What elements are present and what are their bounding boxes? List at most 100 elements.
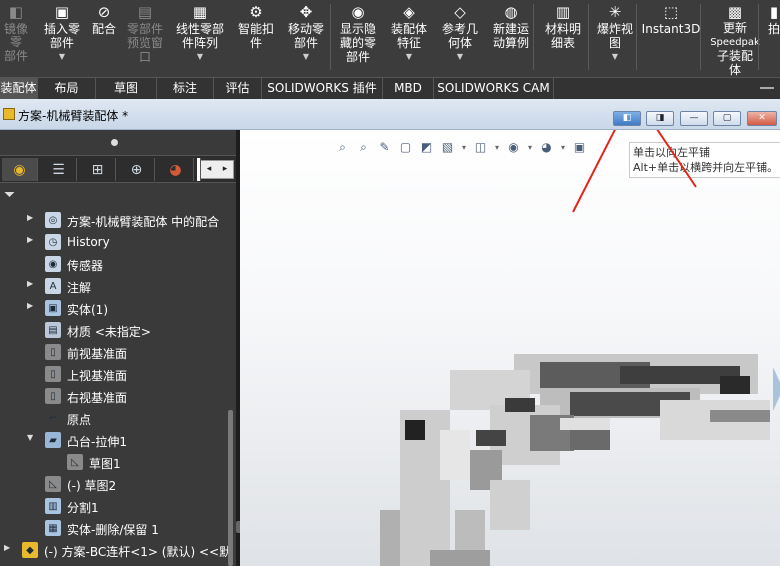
tree-item[interactable]: ▯ 右视基准面	[0, 385, 236, 407]
feature-manager-tab-icon[interactable]: ◉	[2, 158, 38, 181]
ribbon-button-6[interactable]: ✥ 移动零 部件 ▼	[282, 0, 330, 77]
ribbon-button-label: 材料明	[544, 22, 581, 36]
ribbon-separator	[636, 4, 637, 70]
tab-1[interactable]: 布局	[38, 78, 96, 99]
ribbon-button-label: 配合	[91, 22, 116, 36]
ribbon-button-14[interactable]: ▩ 更新 Speedpak 子装配体	[705, 0, 765, 77]
tree-item[interactable]: ◺ 草图1	[0, 451, 236, 473]
ribbon-button-12[interactable]: ✳ 爆炸视图 ▼	[593, 0, 637, 77]
ribbon-button-15[interactable]: ▮ 拍	[766, 0, 780, 77]
tree-item[interactable]: ▯ 前视基准面	[0, 341, 236, 363]
ribbon-button-label: 藏的零	[339, 36, 376, 50]
ribbon-button-9[interactable]: ◇ 参考几 何体 ▼	[436, 0, 484, 77]
plane-icon: ▯	[45, 388, 61, 404]
filter-icon[interactable]: ⏷	[4, 187, 15, 203]
tree-item[interactable]: ▦ 实体-删除/保留 1	[0, 517, 236, 539]
graphics-viewport[interactable]: ⌕⌕✎▢◩▧▾◫▾◉▾◕▾▣ 单击以向左平铺 Alt+单击以横跨并向左平铺。	[240, 130, 780, 566]
dimxpert-tab-icon[interactable]: ⊕	[119, 158, 155, 181]
ribbon-button-label: 特征	[396, 36, 421, 50]
tree-item-label: 传感器	[67, 259, 104, 273]
property-manager-tab-icon[interactable]: ☰	[41, 158, 77, 181]
ribbon-button-11[interactable]: ▥ 材料明 细表	[538, 0, 588, 77]
ribbon-button-label: 拍	[767, 22, 780, 36]
tree-item[interactable]: ◉ 传感器	[0, 253, 236, 275]
ribbon-button-7[interactable]: ◉ 显示隐 藏的零 部件	[333, 0, 383, 77]
chevron-right-icon[interactable]: ▶	[27, 235, 33, 244]
ribbon-button-label: 件	[249, 36, 262, 50]
tab-7[interactable]: SOLIDWORKS CAM	[434, 78, 554, 99]
ribbon-button-label: 体	[728, 63, 741, 77]
ribbon-button-0[interactable]: ◧ 镜像零 部件	[0, 0, 32, 77]
tab-6[interactable]: MBD	[383, 78, 434, 99]
chevron-right-icon[interactable]: ▶	[4, 543, 10, 552]
ribbon-button-10[interactable]: ◍ 新建运 动算例	[487, 0, 535, 77]
tree-item-label: 原点	[67, 413, 92, 427]
filter-row: ⏷	[0, 183, 236, 207]
chevron-right-icon[interactable]: ▶	[27, 301, 33, 310]
chevron-down-icon[interactable]: ▼	[303, 52, 309, 61]
panel-tab-strip: ◂ ▸ ◉ ☰ ⊞ ⊕ ◕	[0, 155, 236, 183]
split-icon: ▥	[45, 498, 61, 514]
tree-item[interactable]: ▶ ◷ History	[0, 231, 236, 253]
scroll-right-icon[interactable]: ▸	[217, 161, 233, 178]
chevron-down-icon[interactable]: ▼	[457, 52, 463, 61]
tree-item[interactable]: ▶ A 注解	[0, 275, 236, 297]
panel-collapse-handle[interactable]	[111, 139, 118, 146]
chevron-down-icon[interactable]: ▼	[612, 52, 618, 61]
robot-arm-model[interactable]	[240, 130, 780, 566]
sketch-icon: ◺	[45, 476, 61, 492]
part-icon: ◆	[22, 542, 38, 558]
ribbon-button-label: 线性零部	[175, 22, 224, 36]
chevron-down-icon[interactable]: ▼	[406, 52, 412, 61]
ribbon-separator	[588, 4, 589, 70]
tab-2[interactable]: 草图	[96, 78, 157, 99]
tree-item[interactable]: ▶ ◎ 方案-机械臂装配体 中的配合	[0, 209, 236, 231]
ribbon-button-2[interactable]: ⊘ 配合	[87, 0, 121, 77]
bom-icon: ▥	[555, 3, 571, 21]
component-preview-icon: ▤	[137, 3, 153, 21]
ribbon-separator	[330, 4, 331, 70]
chevron-down-icon[interactable]: ▼	[197, 52, 203, 61]
chevron-down-icon[interactable]: ▼	[27, 433, 33, 442]
ribbon-button-label: 子装配	[716, 49, 753, 63]
tree-item[interactable]: ◺ (-) 草图2	[0, 473, 236, 495]
configuration-manager-tab-icon[interactable]: ⊞	[80, 158, 116, 181]
ribbon-button-label: 何体	[447, 36, 472, 50]
tree-item-label: 材质 <未指定>	[67, 325, 151, 339]
plane-icon: ▯	[45, 366, 61, 382]
ribbon-button-1[interactable]: ▣ 插入零 部件 ▼	[40, 0, 84, 77]
minimize-button[interactable]: —	[680, 111, 708, 126]
tree-item[interactable]: ▶ ▣ 实体(1)	[0, 297, 236, 319]
ribbon-button-label: 插入零	[43, 22, 80, 36]
command-manager-tabs: 装配体 布局 草图 标注 评估 SOLIDWORKS 插件 MBD SOLIDWORKS CA…	[0, 77, 780, 99]
ribbon-button-13[interactable]: ⬚ Instant3D	[641, 0, 701, 77]
tab-3[interactable]: 标注	[157, 78, 214, 99]
tree-item[interactable]: ▥ 分割1	[0, 495, 236, 517]
tree-item-label: History	[67, 235, 110, 249]
tab-4[interactable]: 评估	[214, 78, 262, 99]
move-component-icon: ✥	[299, 3, 313, 21]
chevron-right-icon[interactable]: ▶	[27, 213, 33, 222]
tree-item[interactable]: ▼ ▰ 凸台-拉伸1	[0, 429, 236, 451]
ribbon-button-3[interactable]: ▤ 零部件 预览窗口	[122, 0, 168, 77]
scroll-left-icon[interactable]: ◂	[201, 161, 217, 178]
tree-item[interactable]: ⌐ 原点	[0, 407, 236, 429]
chevron-right-icon[interactable]: ▶	[27, 279, 33, 288]
display-manager-tab-icon[interactable]: ◕	[158, 158, 194, 181]
tree-item-label: 前视基准面	[67, 347, 128, 361]
tile-right-button[interactable]: ◨	[646, 111, 674, 126]
ribbon-button-5[interactable]: ⚙ 智能扣件	[233, 0, 279, 77]
tree-item[interactable]: ▯ 上视基准面	[0, 363, 236, 385]
delete-body-icon: ▦	[45, 520, 61, 536]
tree-item[interactable]: ▤ 材质 <未指定>	[0, 319, 236, 341]
ribbon-button-8[interactable]: ◈ 装配体 特征 ▼	[386, 0, 432, 77]
tab-0[interactable]: 装配体	[0, 78, 38, 99]
tree-scrollbar[interactable]	[228, 410, 233, 566]
restore-button[interactable]: ▢	[713, 111, 741, 126]
tree-item[interactable]: ▶ ◆ (-) 方案-BC连杆<1> (默认) <<默	[0, 539, 236, 561]
ribbon-button-4[interactable]: ▦ 线性零部 件阵列 ▼	[170, 0, 230, 77]
tile-left-button[interactable]: ◧	[613, 111, 641, 126]
close-button[interactable]: ✕	[747, 111, 777, 126]
chevron-down-icon[interactable]: ▼	[59, 52, 65, 61]
tab-5[interactable]: SOLIDWORKS 插件	[262, 78, 383, 99]
